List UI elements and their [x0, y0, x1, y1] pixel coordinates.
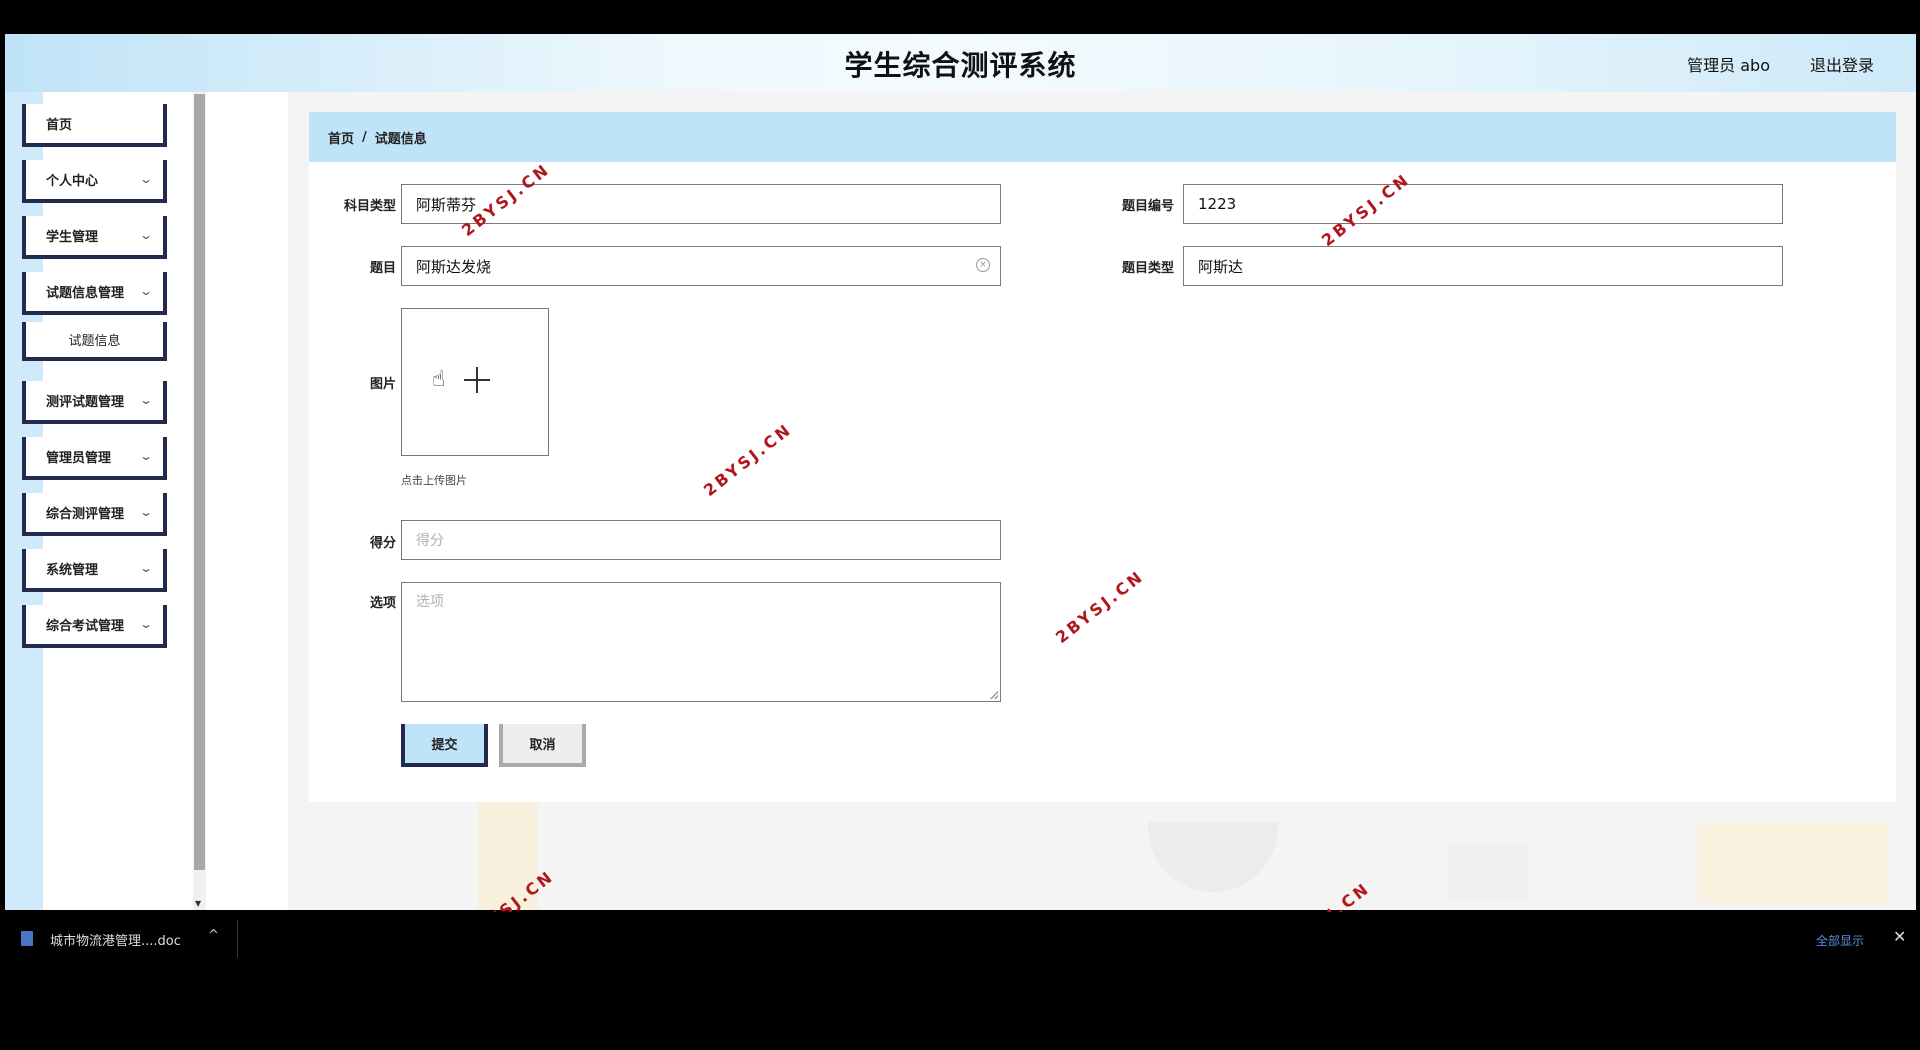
subject-type-label: 科目类型: [343, 199, 396, 214]
question-label: 题目: [369, 261, 396, 276]
background-decoration: [1448, 842, 1528, 902]
sidebar-item-exams[interactable]: 综合考试管理 ⌄: [22, 605, 167, 648]
page-title: 学生综合测评系统: [844, 49, 1077, 82]
background-decoration: [478, 802, 538, 910]
sidebar-item-admins[interactable]: 管理员管理 ⌄: [22, 437, 167, 480]
chevron-down-icon: ⌄: [138, 617, 154, 631]
options-label: 选项: [369, 596, 396, 611]
download-bar: 城市物流港管理....doc ^ 全部显示 ✕: [0, 912, 1920, 966]
chevron-down-icon: ⌄: [138, 505, 154, 519]
question-no-input[interactable]: 1223: [1183, 184, 1783, 224]
options-placeholder: 选项: [416, 594, 444, 610]
chevron-up-icon[interactable]: ^: [208, 928, 219, 943]
sidebar-item-comprehensive-eval[interactable]: 综合测评管理 ⌄: [22, 493, 167, 536]
sidebar-item-label: 试题信息管理: [46, 286, 125, 301]
background-decoration: [1698, 822, 1888, 902]
hand-cursor-icon: ☝: [432, 367, 446, 392]
background-decoration: [1148, 822, 1278, 892]
sidebar-item-question-mgmt[interactable]: 试题信息管理 ⌄: [22, 272, 167, 315]
logout-link[interactable]: 退出登录: [1810, 52, 1874, 76]
question-type-input[interactable]: 阿斯达: [1183, 246, 1783, 286]
breadcrumb: 首页 / 试题信息: [309, 112, 1896, 162]
scroll-down-arrow-icon[interactable]: ▼: [195, 899, 201, 908]
image-upload-button[interactable]: ☝: [401, 308, 549, 456]
breadcrumb-separator: /: [362, 129, 367, 145]
sidebar-item-label: 试题信息: [68, 334, 121, 349]
question-type-label: 题目类型: [1121, 261, 1174, 276]
sidebar: 首页 个人中心 ⌄ 学生管理 ⌄ 试题信息管理 ⌄ 试题信息 测评试题管理 ⌄ …: [5, 92, 205, 910]
clear-icon[interactable]: ×: [976, 258, 990, 272]
subject-type-input[interactable]: 阿斯蒂芬: [401, 184, 1001, 224]
sidebar-item-label: 学生管理: [46, 230, 99, 245]
score-placeholder: 得分: [416, 533, 444, 549]
show-all-link[interactable]: 全部显示: [1816, 932, 1864, 949]
cancel-button[interactable]: 取消: [499, 724, 586, 767]
upload-hint: 点击上传图片: [401, 474, 467, 487]
question-form: 科目类型 阿斯蒂芬 题目编号 1223 题目 阿斯达发烧 × 题目类型 阿斯达 …: [309, 162, 1896, 802]
plus-icon: [464, 367, 490, 393]
chevron-down-icon: ⌄: [138, 284, 154, 298]
sidebar-scrollbar[interactable]: ▼: [193, 92, 206, 910]
question-no-label: 题目编号: [1121, 199, 1174, 214]
header: 学生综合测评系统 管理员 abo 退出登录: [5, 34, 1916, 92]
image-label: 图片: [369, 377, 396, 392]
options-textarea[interactable]: 选项: [401, 582, 1001, 702]
sidebar-item-label: 首页: [46, 118, 73, 133]
chevron-down-icon: ⌄: [138, 172, 154, 186]
chevron-down-icon: ⌄: [138, 449, 154, 463]
sidebar-item-students[interactable]: 学生管理 ⌄: [22, 216, 167, 259]
close-icon[interactable]: ✕: [1893, 927, 1906, 946]
chevron-down-icon: ⌄: [138, 393, 154, 407]
question-no-value: 1223: [1198, 195, 1237, 213]
breadcrumb-home[interactable]: 首页: [328, 128, 354, 147]
question-input[interactable]: 阿斯达发烧 ×: [401, 246, 1001, 286]
document-icon: [21, 931, 33, 946]
sidebar-item-label: 管理员管理: [46, 451, 112, 466]
chevron-down-icon: ⌄: [138, 561, 154, 575]
chevron-down-icon: ⌄: [138, 228, 154, 242]
question-type-value: 阿斯达: [1198, 257, 1244, 276]
sidebar-item-label: 测评试题管理: [46, 395, 125, 410]
sidebar-item-home[interactable]: 首页: [22, 104, 167, 147]
scrollbar-thumb[interactable]: [194, 94, 205, 870]
current-user: 管理员 abo: [1687, 56, 1770, 75]
sidebar-item-label: 系统管理: [46, 563, 99, 578]
sidebar-item-label: 个人中心: [46, 174, 99, 189]
sidebar-subitem-question-info[interactable]: 试题信息: [22, 322, 167, 361]
sidebar-item-label: 综合考试管理: [46, 619, 125, 634]
score-label: 得分: [369, 536, 396, 551]
divider: [237, 920, 238, 958]
score-input[interactable]: 得分: [401, 520, 1001, 560]
sidebar-item-label: 综合测评管理: [46, 507, 125, 522]
breadcrumb-current: 试题信息: [374, 131, 427, 147]
resize-grip-icon[interactable]: [990, 691, 998, 699]
submit-button[interactable]: 提交: [401, 724, 488, 767]
download-item[interactable]: 城市物流港管理....doc: [50, 930, 181, 949]
question-value: 阿斯达发烧: [416, 257, 492, 276]
sidebar-item-eval-questions[interactable]: 测评试题管理 ⌄: [22, 381, 167, 424]
sidebar-item-profile[interactable]: 个人中心 ⌄: [22, 160, 167, 203]
sidebar-item-system[interactable]: 系统管理 ⌄: [22, 549, 167, 592]
subject-type-value: 阿斯蒂芬: [416, 195, 477, 214]
